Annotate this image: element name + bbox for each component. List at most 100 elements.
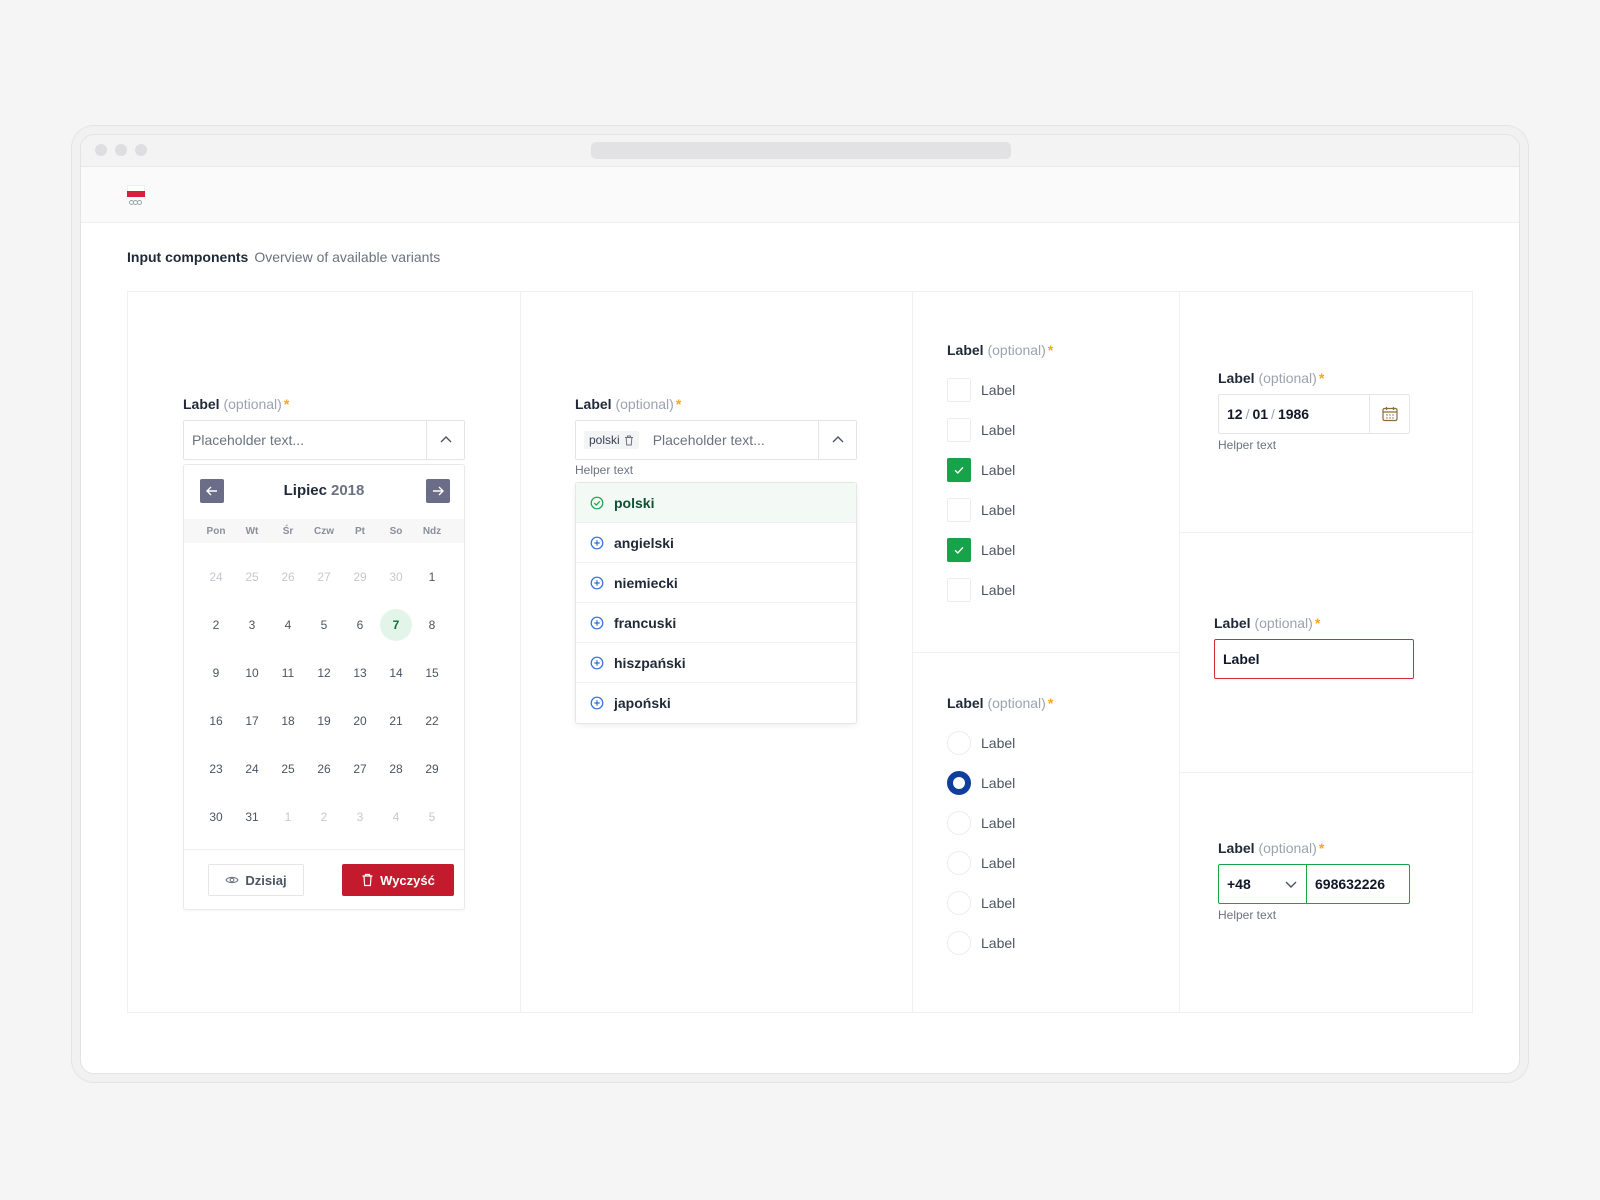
calendar-day[interactable]: 5 (306, 601, 342, 649)
country-code-select[interactable]: +48 (1219, 865, 1307, 903)
calendar-day[interactable]: 26 (270, 553, 306, 601)
calendar-day[interactable]: 19 (306, 697, 342, 745)
calendar-day[interactable]: 13 (342, 649, 378, 697)
checkbox-group-label: Label (optional) * (947, 342, 1054, 358)
calendar-day[interactable]: 2 (306, 793, 342, 841)
window-close-dot[interactable] (95, 144, 107, 156)
selected-chip[interactable]: polski (584, 431, 639, 449)
checkbox-item[interactable]: Label (947, 450, 1015, 490)
checkbox[interactable] (947, 458, 971, 482)
calendar-day[interactable]: 3 (342, 793, 378, 841)
dropdown-option[interactable]: angielski (576, 523, 856, 563)
calendar-day[interactable]: 8 (414, 601, 450, 649)
calendar-day[interactable]: 22 (414, 697, 450, 745)
checkbox-item[interactable]: Label (947, 570, 1015, 610)
calendar-day[interactable]: 2 (198, 601, 234, 649)
calendar-day[interactable]: 1 (414, 553, 450, 601)
calendar-day-selected[interactable]: 7 (378, 601, 414, 649)
radio-button[interactable] (947, 731, 971, 755)
calendar-day[interactable]: 25 (234, 553, 270, 601)
multiselect-label: Label (optional) * (575, 396, 682, 412)
calendar-day[interactable]: 20 (342, 697, 378, 745)
calendar-day[interactable]: 12 (306, 649, 342, 697)
calendar-day[interactable]: 4 (270, 601, 306, 649)
calendar-icon[interactable] (1369, 395, 1409, 433)
phone-number-field[interactable]: 698632226 (1307, 865, 1385, 903)
calendar-day[interactable]: 27 (306, 553, 342, 601)
weekday-label: Ndz (422, 525, 442, 537)
radio-button[interactable] (947, 771, 971, 795)
radio-item[interactable]: Label (947, 883, 1015, 923)
calendar-day[interactable]: 30 (198, 793, 234, 841)
dropdown-option[interactable]: niemiecki (576, 563, 856, 603)
weekday-label: Śr (282, 525, 294, 537)
trash-icon[interactable] (624, 435, 634, 446)
error-text-input[interactable]: Label (1214, 639, 1414, 679)
dropdown-option[interactable]: francuski (576, 603, 856, 643)
date-input[interactable]: 12/01/1986 (1218, 394, 1410, 434)
checkbox-item[interactable]: Label (947, 370, 1015, 410)
radio-item[interactable]: Label (947, 843, 1015, 883)
calendar-day[interactable]: 31 (234, 793, 270, 841)
calendar-day[interactable]: 9 (198, 649, 234, 697)
calendar-day[interactable]: 5 (414, 793, 450, 841)
calendar-day[interactable]: 4 (378, 793, 414, 841)
radio-item[interactable]: Label (947, 803, 1015, 843)
datepicker-select[interactable]: Placeholder text... (183, 420, 465, 460)
radio-button[interactable] (947, 931, 971, 955)
window-minimize-dot[interactable] (115, 144, 127, 156)
today-button[interactable]: Dzisiaj (208, 864, 304, 896)
dropdown-option[interactable]: japoński (576, 683, 856, 723)
calendar-day[interactable]: 16 (198, 697, 234, 745)
checkbox-item[interactable]: Label (947, 410, 1015, 450)
calendar-day[interactable]: 15 (414, 649, 450, 697)
radio-item[interactable]: Label (947, 723, 1015, 763)
date-value[interactable]: 12/01/1986 (1219, 406, 1309, 422)
checkbox[interactable] (947, 498, 971, 522)
calendar-day[interactable]: 10 (234, 649, 270, 697)
calendar-day[interactable]: 1 (270, 793, 306, 841)
calendar-day[interactable]: 30 (378, 553, 414, 601)
radio-button[interactable] (947, 851, 971, 875)
checkbox[interactable] (947, 378, 971, 402)
checkbox-item[interactable]: Label (947, 490, 1015, 530)
calendar-day[interactable]: 27 (342, 745, 378, 793)
date-input-helper: Helper text (1218, 438, 1277, 452)
calendar-day[interactable]: 24 (234, 745, 270, 793)
plus-circle-icon (590, 656, 604, 669)
calendar-day[interactable]: 28 (378, 745, 414, 793)
chevron-up-icon[interactable] (426, 421, 464, 459)
calendar-day[interactable]: 23 (198, 745, 234, 793)
multiselect-input[interactable]: polski Placeholder text... (575, 420, 857, 460)
calendar-day[interactable]: 11 (270, 649, 306, 697)
calendar-day[interactable]: 17 (234, 697, 270, 745)
calendar-day[interactable]: 14 (378, 649, 414, 697)
checkbox[interactable] (947, 578, 971, 602)
dropdown-option[interactable]: polski (576, 483, 856, 523)
calendar-day[interactable]: 6 (342, 601, 378, 649)
calendar-day[interactable]: 26 (306, 745, 342, 793)
radio-item[interactable]: Label (947, 923, 1015, 963)
window-maximize-dot[interactable] (135, 144, 147, 156)
calendar-day[interactable]: 25 (270, 745, 306, 793)
calendar-day[interactable]: 21 (378, 697, 414, 745)
radio-button[interactable] (947, 891, 971, 915)
arrow-right-icon[interactable] (426, 479, 450, 503)
calendar-day[interactable]: 29 (414, 745, 450, 793)
phone-input-label: Label (optional) * (1218, 840, 1325, 856)
checkbox-label: Label (981, 502, 1016, 518)
radio-item[interactable]: Label (947, 763, 1015, 803)
calendar-day[interactable]: 24 (198, 553, 234, 601)
calendar-day[interactable]: 29 (342, 553, 378, 601)
checkbox-label: Label (981, 542, 1016, 558)
clear-button[interactable]: Wyczyść (342, 864, 454, 896)
checkbox-item[interactable]: Label (947, 530, 1015, 570)
checkbox[interactable] (947, 418, 971, 442)
radio-button[interactable] (947, 811, 971, 835)
checkbox[interactable] (947, 538, 971, 562)
calendar-day[interactable]: 3 (234, 601, 270, 649)
address-bar[interactable] (591, 142, 1011, 159)
chevron-up-icon[interactable] (818, 421, 856, 459)
dropdown-option[interactable]: hiszpański (576, 643, 856, 683)
calendar-day[interactable]: 18 (270, 697, 306, 745)
